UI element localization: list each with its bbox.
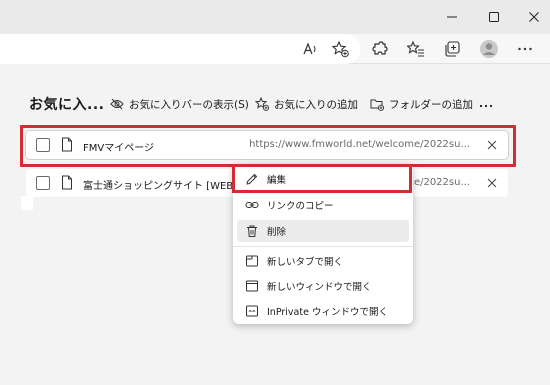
more-icon: [518, 47, 532, 51]
add-folder-label: フォルダーの追加: [389, 98, 473, 111]
close-window-button[interactable]: [514, 4, 550, 30]
delete-favorite-button[interactable]: [484, 175, 500, 191]
menu-item-open-new-tab[interactable]: 新しいタブで開く: [237, 250, 409, 272]
add-favorite-command[interactable]: お気に入りの追加: [255, 94, 358, 114]
browser-window: お気に入... お気に入りバーの表示(S) お気に入りの追加 フォルダーの追加 …: [0, 0, 550, 385]
item-checkbox[interactable]: [36, 176, 50, 190]
extensions-icon: [372, 41, 388, 55]
read-aloud-button[interactable]: [300, 38, 322, 60]
favorites-button[interactable]: [405, 38, 427, 60]
maximize-icon: [489, 12, 499, 22]
menu-item-open-new-window[interactable]: 新しいウィンドウで開く: [237, 275, 409, 297]
minimize-button[interactable]: [432, 4, 472, 30]
menu-item-label: InPrivate ウィンドウで開く: [267, 307, 388, 318]
favorites-icon: [407, 40, 424, 57]
close-icon: [487, 178, 497, 188]
link-icon: [245, 202, 259, 208]
menu-item-label: 削除: [267, 227, 287, 238]
trash-icon: [247, 225, 257, 237]
menu-item-label: 新しいタブで開く: [267, 257, 344, 268]
read-aloud-icon: [303, 42, 316, 55]
menu-item-copy-link[interactable]: リンクのコピー: [237, 194, 409, 216]
browser-toolbar: [0, 34, 550, 64]
add-favorite-icon: [331, 40, 349, 58]
minimize-icon: [447, 16, 457, 18]
add-favorite-label: お気に入りの追加: [274, 98, 358, 111]
profile-button[interactable]: [478, 38, 500, 60]
page-title: お気に入...: [29, 97, 105, 113]
menu-item-delete[interactable]: 削除: [237, 220, 409, 242]
toggle-favorites-bar-label: お気に入りバーの表示(S): [129, 98, 249, 111]
new-tab-icon: [246, 255, 258, 267]
close-icon: [529, 12, 539, 22]
settings-more-button[interactable]: [514, 38, 536, 60]
collections-icon: [445, 41, 460, 57]
toggle-favorites-bar-button[interactable]: お気に入りバーの表示(S): [110, 94, 249, 114]
menu-item-label: リンクのコピー: [267, 201, 334, 212]
folder-add-icon: [370, 99, 384, 111]
highlight-frame: [20, 125, 516, 167]
inprivate-icon: [246, 305, 258, 317]
maximize-button[interactable]: [474, 4, 514, 30]
title-bar: [0, 0, 550, 34]
extensions-button[interactable]: [369, 38, 391, 60]
new-window-icon: [246, 280, 258, 292]
star-add-icon: [255, 97, 269, 111]
more-options-label: ...: [479, 98, 494, 110]
menu-item-label: 新しいウィンドウで開く: [267, 282, 372, 293]
add-folder-command[interactable]: フォルダーの追加: [370, 94, 473, 114]
favorites-more-button[interactable]: ...: [479, 94, 494, 114]
profile-icon: [480, 40, 498, 58]
blank-area: [21, 196, 33, 210]
eye-off-icon: [110, 98, 124, 110]
menu-separator: [233, 246, 413, 247]
highlight-frame: [232, 164, 412, 193]
collections-button[interactable]: [441, 38, 463, 60]
add-favorite-button[interactable]: [329, 38, 351, 60]
page-icon: [62, 175, 72, 190]
menu-item-open-inprivate[interactable]: InPrivate ウィンドウで開く: [237, 300, 409, 322]
